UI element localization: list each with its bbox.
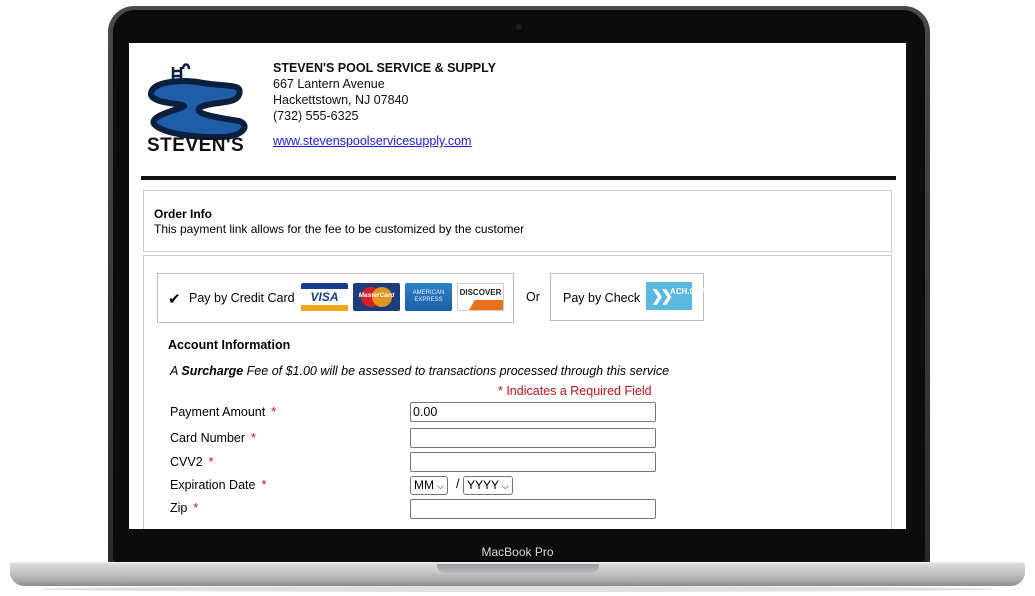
required-field-note: * Indicates a Required Field [498, 384, 652, 398]
cvv2-label: CVV2 * [170, 455, 214, 469]
merchant-info: STEVEN'S POOL SERVICE & SUPPLY 667 Lante… [273, 60, 496, 149]
or-separator: Or [526, 290, 540, 304]
device-label: MacBook Pro [481, 545, 554, 559]
merchant-address-line2: Hackettstown, NJ 07840 [273, 93, 409, 107]
expiration-date-label: Expiration Date * [170, 478, 267, 492]
check-tab-label: Pay by Check [563, 291, 641, 305]
credit-card-tab-label: Pay by Credit Card [189, 291, 295, 305]
pay-by-credit-card-tab[interactable]: ✔ Pay by Credit Card VISA MasterCard AME… [157, 273, 514, 323]
expiration-separator: / [456, 477, 460, 491]
merchant-phone: (732) 555-6325 [273, 109, 359, 123]
visa-icon: VISA [301, 283, 348, 311]
surcharge-notice: A Surcharge Fee of $1.00 will be assesse… [170, 364, 670, 378]
checkmark-icon: ✔ [168, 291, 181, 308]
laptop-shadow [40, 586, 995, 592]
chevron-down-icon: ⌵ [437, 481, 444, 491]
expiration-month-select[interactable]: MM ⌵ [410, 476, 448, 495]
payment-panel: ✔ Pay by Credit Card VISA MasterCard AME… [143, 255, 892, 529]
screen: STEVEN'S STEVEN'S POOL SERVICE & SUPPLY … [129, 43, 906, 529]
discover-icon: DISCOVER [457, 283, 504, 311]
camera-icon [516, 24, 522, 30]
order-info-title: Order Info [154, 207, 213, 221]
card-number-label: Card Number * [170, 431, 256, 445]
amex-icon: AMERICAN EXPRESS [405, 283, 452, 311]
ach-icon: ❯❯ ACH.COM [646, 282, 708, 310]
expiration-year-select[interactable]: YYYY ⌵ [463, 476, 513, 495]
header-divider [141, 176, 896, 180]
payment-amount-label: Payment Amount * [170, 405, 277, 419]
zip-label: Zip * [170, 501, 199, 515]
pay-by-check-tab[interactable]: Pay by Check ❯❯ ACH.COM [550, 273, 708, 321]
order-info-panel: Order Info This payment link allows for … [143, 190, 892, 252]
merchant-name: STEVEN'S POOL SERVICE & SUPPLY [273, 61, 496, 75]
account-information-title: Account Information [168, 338, 291, 352]
merchant-website-link[interactable]: www.stevenspoolservicesupply.com [273, 133, 496, 149]
logo-text: STEVEN'S [147, 135, 245, 156]
laptop-notch [437, 564, 599, 573]
cvv2-input[interactable] [410, 452, 656, 472]
order-info-description: This payment link allows for the fee to … [154, 222, 525, 236]
mastercard-icon: MasterCard [353, 283, 400, 311]
payment-amount-input[interactable] [410, 402, 656, 422]
card-number-input[interactable] [410, 428, 656, 448]
zip-input[interactable] [410, 499, 656, 519]
merchant-address-line1: 667 Lantern Avenue [273, 77, 385, 91]
chevron-down-icon: ⌵ [502, 481, 509, 491]
